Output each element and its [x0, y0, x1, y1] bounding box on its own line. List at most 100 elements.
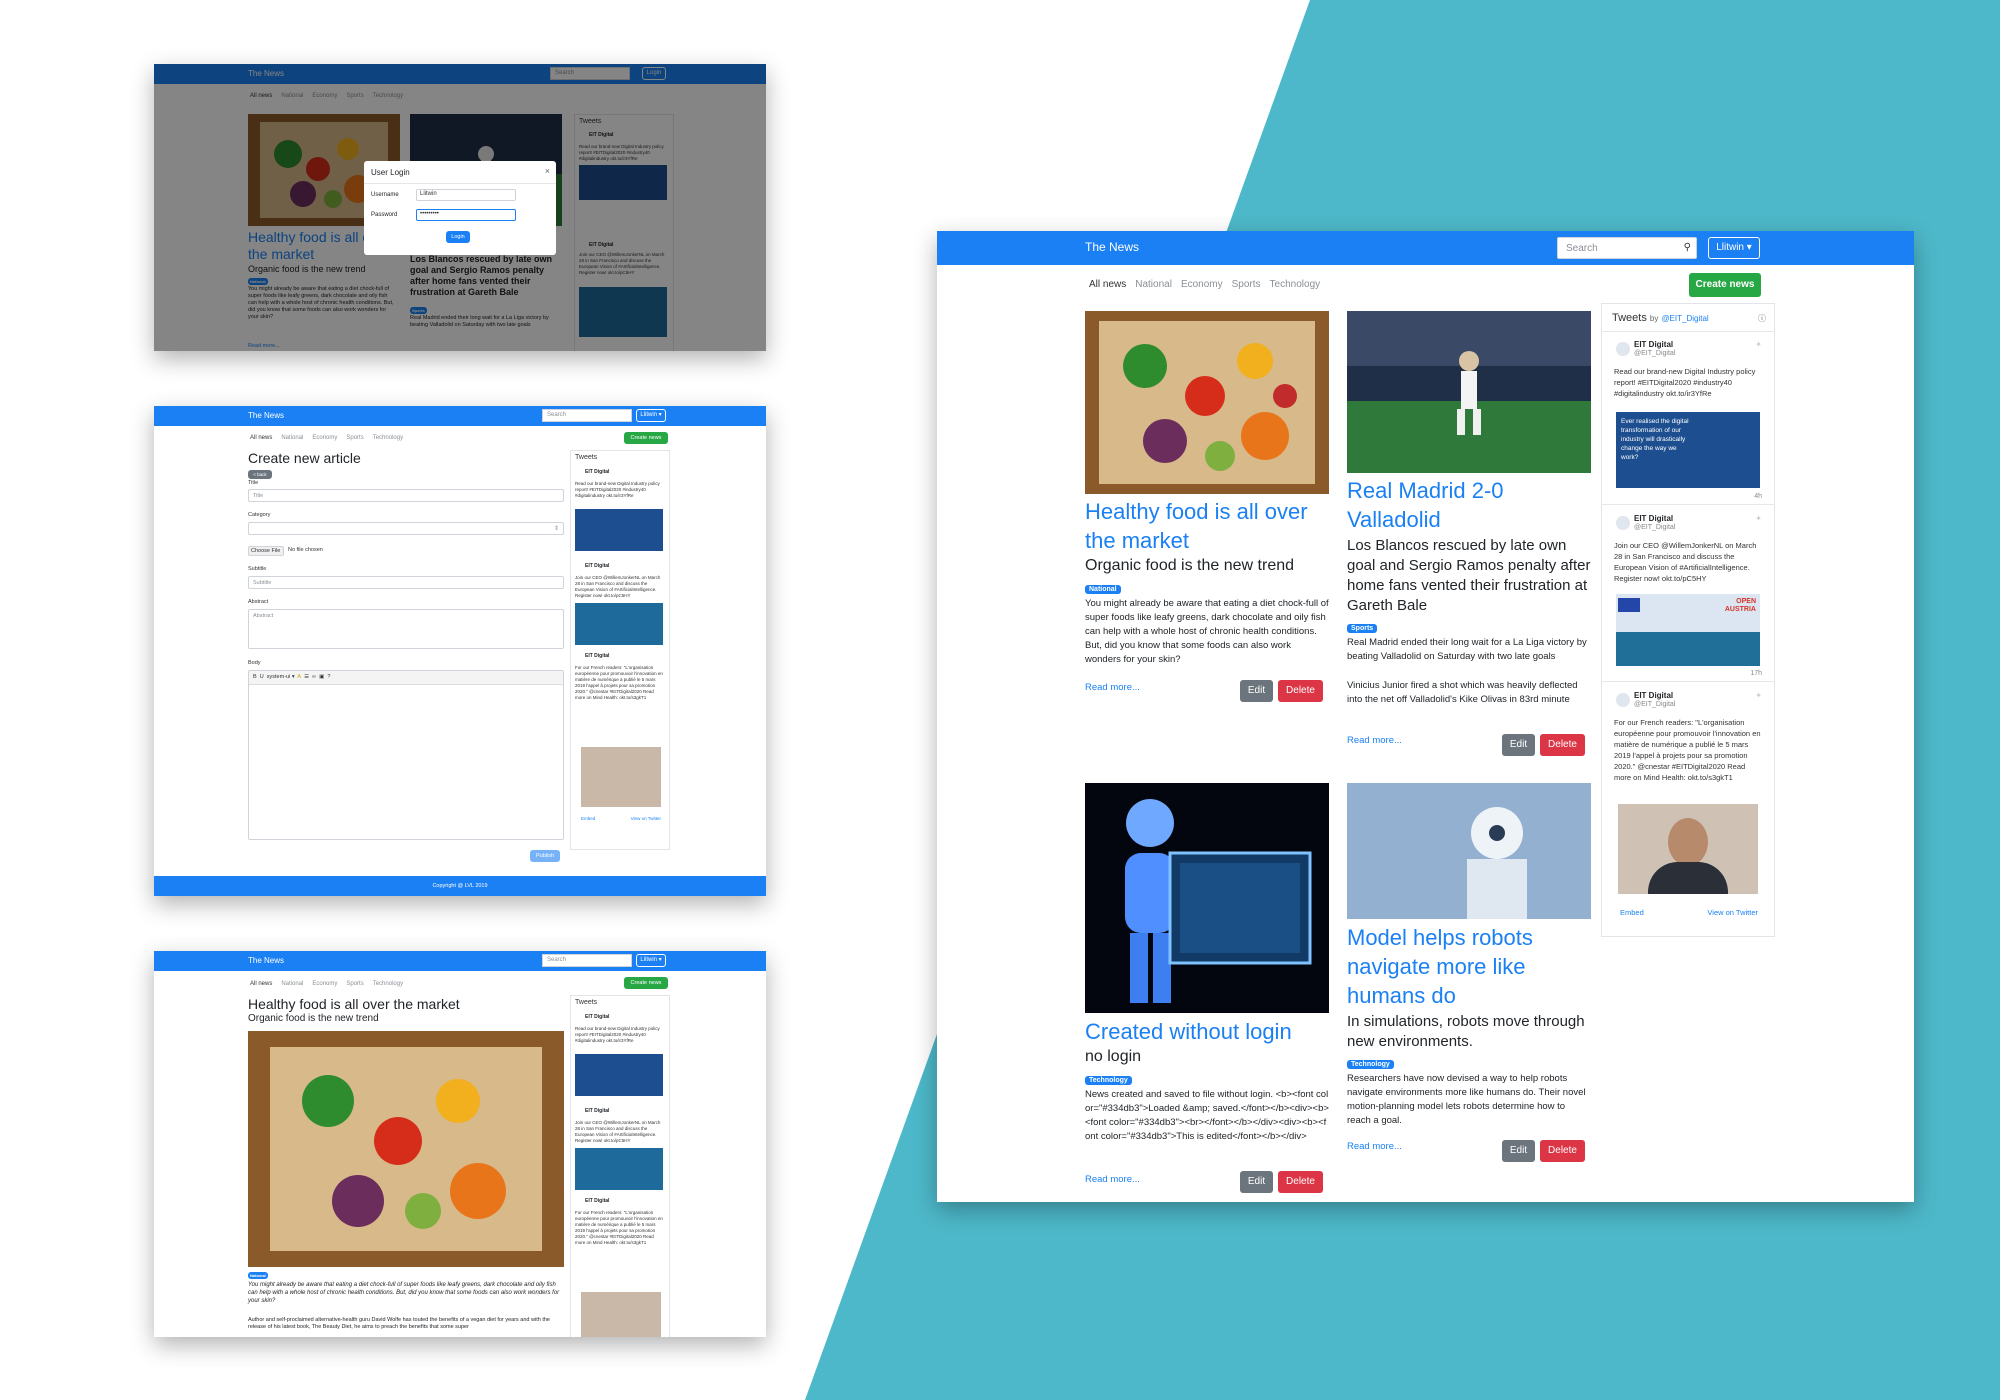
article-image[interactable] — [1347, 783, 1591, 919]
user-dropdown[interactable]: Llitwin ▾ — [1708, 237, 1760, 259]
tweet-author-handle[interactable]: @EIT_Digital — [1634, 701, 1675, 708]
search-input[interactable]: Search ⚲ — [1557, 237, 1697, 259]
tweet-card-image — [575, 603, 663, 645]
create-news-button[interactable]: Create news — [624, 432, 668, 444]
abstract-textarea[interactable]: Abstract — [248, 609, 564, 649]
cat-technology[interactable]: Technology — [373, 435, 403, 441]
search-icon[interactable]: ⚲ — [1684, 242, 1691, 253]
tweet-author[interactable]: EIT Digital — [1634, 514, 1673, 523]
tweet-author[interactable]: EIT Digital — [585, 563, 609, 569]
article-image[interactable] — [1085, 311, 1329, 494]
tweet-author[interactable]: EIT Digital — [1634, 340, 1673, 349]
choose-file-button[interactable]: Choose File — [248, 546, 284, 556]
font-select[interactable]: system-ui — [267, 674, 291, 680]
user-dropdown[interactable]: Llitwin ▾ — [636, 954, 666, 967]
close-icon[interactable]: × — [545, 166, 550, 176]
delete-button[interactable]: Delete — [1540, 1140, 1585, 1162]
read-more-link[interactable]: Read more... — [1347, 735, 1402, 746]
article-image[interactable] — [1347, 311, 1591, 473]
twitter-widget: Tweets EIT Digital Read our brand-new Di… — [570, 995, 670, 1337]
info-icon[interactable]: ⓘ — [1758, 313, 1766, 324]
edit-button[interactable]: Edit — [1240, 1171, 1273, 1193]
delete-button[interactable]: Delete — [1278, 1171, 1323, 1193]
underline-icon[interactable]: U — [260, 674, 264, 680]
help-icon[interactable]: ? — [327, 674, 330, 680]
tweet-author[interactable]: EIT Digital — [585, 653, 609, 659]
read-more-link[interactable]: Read more... — [1347, 1141, 1402, 1152]
create-news-button[interactable]: Create news — [624, 977, 668, 989]
body-editor[interactable]: B U system-ui ▾ A ☰ ∞ ▣ ? — [248, 670, 564, 840]
search-input[interactable]: Search — [542, 409, 632, 422]
article-abstract: You might already be aware that eating a… — [1085, 598, 1329, 665]
edit-button[interactable]: Edit — [1502, 734, 1535, 756]
brand-link[interactable]: The News — [248, 411, 284, 420]
brand-link[interactable]: The News — [248, 956, 284, 965]
read-more-link[interactable]: Read more... — [1085, 1174, 1140, 1185]
image-icon[interactable]: ▣ — [319, 674, 324, 680]
cat-technology[interactable]: Technology — [1270, 279, 1321, 290]
avatar[interactable] — [1616, 342, 1630, 356]
password-input[interactable]: ••••••••• — [416, 209, 516, 221]
search-input[interactable]: Search — [542, 954, 632, 967]
cat-economy[interactable]: Economy — [1181, 279, 1223, 290]
cat-economy[interactable]: Economy — [312, 981, 337, 987]
avatar[interactable] — [1616, 516, 1630, 530]
cat-sports[interactable]: Sports — [346, 435, 363, 441]
article-title[interactable]: Real Madrid 2-0 Valladolid — [1347, 476, 1591, 534]
tweets-handle-link[interactable]: @EIT_Digital — [1661, 314, 1708, 323]
cat-all-news[interactable]: All news — [1089, 279, 1126, 290]
tweet-photo[interactable] — [1618, 804, 1758, 894]
bold-icon[interactable]: B — [253, 674, 257, 680]
screenshot-create-article: The News Search Llitwin ▾ All news Nation… — [154, 406, 766, 896]
cat-national[interactable]: National — [281, 435, 303, 441]
list-icon[interactable]: ☰ — [304, 674, 309, 680]
cat-sports[interactable]: Sports — [1232, 279, 1261, 290]
publish-button[interactable]: Publish — [530, 850, 560, 862]
cat-technology[interactable]: Technology — [373, 981, 403, 987]
tweet-card[interactable]: Ever realised the digital transformation… — [1616, 412, 1760, 488]
article-title[interactable]: Created without login — [1085, 1017, 1329, 1046]
cat-national[interactable]: National — [1135, 279, 1172, 290]
article-title: Healthy food is all over the market — [248, 996, 460, 1012]
login-button[interactable]: Login — [446, 231, 470, 243]
subtitle-input[interactable]: Subtitle — [248, 576, 564, 589]
navbar: The News Search Llitwin ▾ — [154, 406, 766, 426]
cat-economy[interactable]: Economy — [312, 435, 337, 441]
tweet-author[interactable]: EIT Digital — [585, 1198, 609, 1204]
article-title[interactable]: Healthy food is all over the market — [1085, 497, 1329, 555]
view-on-twitter-link[interactable]: View on Twitter — [1707, 908, 1758, 917]
user-dropdown[interactable]: Llitwin ▾ — [636, 409, 666, 422]
delete-button[interactable]: Delete — [1278, 680, 1323, 702]
tweet-author[interactable]: EIT Digital — [585, 469, 609, 475]
tweet-author[interactable]: EIT Digital — [585, 1108, 609, 1114]
tweet-author-handle[interactable]: @EIT_Digital — [1634, 350, 1675, 357]
delete-button[interactable]: Delete — [1540, 734, 1585, 756]
brand-link[interactable]: The News — [1085, 240, 1139, 254]
title-input[interactable]: Title — [248, 489, 564, 502]
link-icon[interactable]: ∞ — [312, 674, 316, 680]
edit-button[interactable]: Edit — [1240, 680, 1273, 702]
tweet-card[interactable]: OPEN AUSTRIA — [1616, 594, 1760, 666]
tweet-author-handle[interactable]: @EIT_Digital — [1634, 524, 1675, 531]
tweet-author[interactable]: EIT Digital — [585, 1014, 609, 1020]
embed-link[interactable]: Embed — [1620, 908, 1644, 917]
create-news-button[interactable]: Create news — [1689, 273, 1761, 297]
category-badge: Technology — [1085, 1076, 1132, 1085]
cat-all-news[interactable]: All news — [250, 981, 272, 987]
cat-sports[interactable]: Sports — [346, 981, 363, 987]
edit-button[interactable]: Edit — [1502, 1140, 1535, 1162]
article-title[interactable]: Model helps robots navigate more like hu… — [1347, 923, 1591, 1010]
username-input[interactable]: Llitwin — [416, 189, 516, 201]
tweet-author[interactable]: EIT Digital — [1634, 691, 1673, 700]
article-image[interactable] — [1085, 783, 1329, 1013]
embed-link[interactable]: Embed — [581, 816, 595, 821]
cat-all-news[interactable]: All news — [250, 435, 272, 441]
cat-national[interactable]: National — [281, 981, 303, 987]
modal-divider — [364, 183, 556, 184]
view-on-twitter-link[interactable]: View on Twitter — [631, 816, 661, 821]
read-more-link[interactable]: Read more... — [1085, 682, 1140, 693]
back-button[interactable]: < back — [248, 470, 272, 479]
category-select[interactable]: ⇕ — [248, 522, 564, 535]
avatar[interactable] — [1616, 693, 1630, 707]
text-color-icon[interactable]: A — [297, 674, 301, 680]
